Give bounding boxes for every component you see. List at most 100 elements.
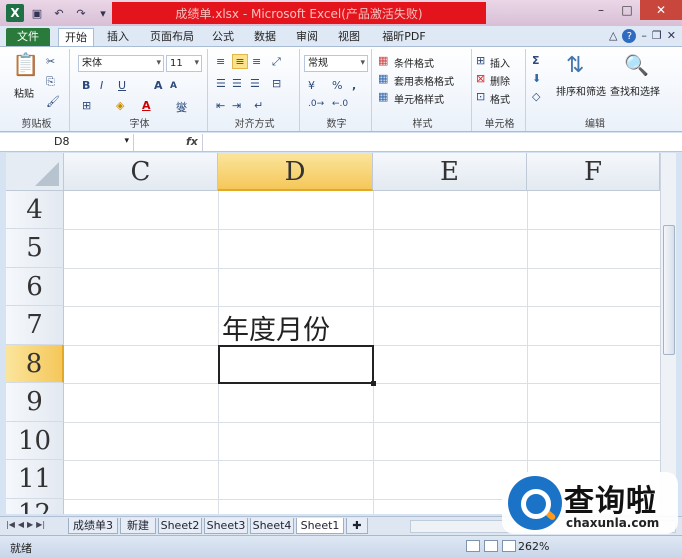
doc-restore-icon[interactable]: ❐ <box>652 29 662 43</box>
cell-d7[interactable]: 年度月份 <box>222 308 330 347</box>
excel-logo-icon[interactable]: X <box>6 4 24 22</box>
sheet-tab[interactable]: Sheet3 <box>204 518 248 534</box>
sheet-tab[interactable]: 成绩单3 <box>68 518 118 534</box>
select-all-corner[interactable] <box>6 153 64 191</box>
align-top-icon[interactable]: ≡ <box>216 55 225 68</box>
copy-icon[interactable]: ⎘ <box>46 75 55 89</box>
percent-button[interactable]: % <box>332 79 342 92</box>
help-icon[interactable]: ? <box>622 29 637 43</box>
increase-decimal-icon[interactable]: .0→ <box>308 99 324 109</box>
formula-input[interactable] <box>202 134 662 151</box>
font-name-select[interactable]: 宋体 <box>78 55 164 72</box>
align-middle-icon[interactable]: ≡ <box>232 54 248 69</box>
sort-filter-button[interactable]: 排序和筛选 <box>556 83 606 98</box>
save-icon[interactable]: ▣ <box>28 5 46 21</box>
decrease-decimal-icon[interactable]: ←.0 <box>332 99 348 109</box>
borders-icon[interactable]: ⊞ <box>82 99 91 112</box>
tab-file[interactable]: 文件 <box>6 28 50 46</box>
conditional-format-button[interactable]: 条件格式 <box>394 55 434 70</box>
font-size-select[interactable]: 11 <box>166 55 202 72</box>
cell-styles-button[interactable]: 单元格样式 <box>394 91 444 106</box>
insert-cells-icon[interactable]: ⊞ <box>476 54 485 67</box>
zoom-level[interactable]: 262% <box>518 540 549 553</box>
format-cells-button[interactable]: 格式 <box>490 91 510 106</box>
tab-view[interactable]: 视图 <box>332 28 366 46</box>
tab-data[interactable]: 数据 <box>248 28 282 46</box>
normal-view-icon[interactable] <box>466 540 480 552</box>
grow-font-button[interactable]: A <box>154 79 163 92</box>
doc-minimize-icon[interactable]: – <box>641 29 647 43</box>
page-layout-view-icon[interactable] <box>484 540 498 552</box>
underline-button[interactable]: U <box>118 79 126 92</box>
fill-color-icon[interactable]: ◈ <box>116 99 124 112</box>
delete-cells-icon[interactable]: ⊠ <box>476 72 485 85</box>
row-header-7[interactable]: 7 <box>6 306 64 345</box>
conditional-format-icon[interactable]: ▦ <box>378 54 388 67</box>
customize-qat-icon[interactable]: ▾ <box>94 5 112 21</box>
insert-function-icon[interactable]: fx <box>186 135 198 148</box>
sheet-tab[interactable]: Sheet2 <box>158 518 202 534</box>
format-table-icon[interactable]: ▦ <box>378 72 388 85</box>
next-sheet-icon[interactable]: ▶ <box>27 520 33 529</box>
orientation-icon[interactable]: ⤢ <box>272 55 281 69</box>
insert-cells-button[interactable]: 插入 <box>490 55 510 70</box>
tab-home[interactable]: 开始 <box>58 28 94 46</box>
clear-icon[interactable]: ◇ <box>532 90 540 103</box>
decrease-indent-icon[interactable]: ⇤ <box>216 99 225 112</box>
align-center-icon[interactable]: ☰ <box>232 77 242 90</box>
minimize-button[interactable]: – <box>588 0 614 20</box>
bold-button[interactable]: B <box>82 79 90 92</box>
row-header-10[interactable]: 10 <box>6 422 64 460</box>
shrink-font-button[interactable]: A <box>170 81 177 91</box>
name-box[interactable]: D8 <box>6 134 134 151</box>
doc-close-icon[interactable]: ✕ <box>667 29 676 43</box>
cell-styles-icon[interactable]: ▦ <box>378 90 388 103</box>
tab-foxit-pdf[interactable]: 福昕PDF <box>376 28 432 46</box>
close-button[interactable]: ✕ <box>640 0 682 20</box>
fill-icon[interactable]: ⬇ <box>532 72 541 85</box>
column-header-c[interactable]: C <box>64 153 218 191</box>
last-sheet-icon[interactable]: ▶| <box>36 520 45 529</box>
merge-center-icon[interactable]: ⊟ <box>272 77 281 90</box>
page-break-view-icon[interactable] <box>502 540 516 552</box>
wrap-text-icon[interactable]: ↵ <box>254 99 263 112</box>
number-format-select[interactable]: 常规 <box>304 55 368 72</box>
tab-review[interactable]: 审阅 <box>290 28 324 46</box>
sort-filter-icon[interactable]: ⇅ <box>566 53 584 78</box>
vertical-scroll-thumb[interactable] <box>663 225 675 355</box>
maximize-button[interactable]: □ <box>614 0 640 20</box>
redo-icon[interactable]: ↷ <box>72 5 90 21</box>
font-color-icon[interactable]: A <box>142 99 151 112</box>
cut-icon[interactable]: ✂ <box>46 55 55 68</box>
autosum-button[interactable]: Σ <box>532 54 540 67</box>
row-header-9[interactable]: 9 <box>6 383 64 422</box>
row-header-11[interactable]: 11 <box>6 460 64 499</box>
row-header-8[interactable]: 8 <box>6 345 64 383</box>
column-header-f[interactable]: F <box>527 153 660 191</box>
find-select-icon[interactable]: 🔍 <box>624 53 649 77</box>
row-header-12[interactable]: 12 <box>6 499 64 514</box>
comma-button[interactable]: , <box>352 79 356 92</box>
increase-indent-icon[interactable]: ⇥ <box>232 99 241 112</box>
column-header-d[interactable]: D <box>218 153 373 191</box>
tab-insert[interactable]: 插入 <box>100 28 136 46</box>
row-header-6[interactable]: 6 <box>6 268 64 306</box>
format-painter-icon[interactable]: 🖌 <box>46 95 60 108</box>
column-header-e[interactable]: E <box>373 153 527 191</box>
align-right-icon[interactable]: ☰ <box>250 77 260 90</box>
sheet-tab[interactable]: Sheet4 <box>250 518 294 534</box>
tab-page-layout[interactable]: 页面布局 <box>144 28 200 46</box>
sheet-tab-active[interactable]: Sheet1 <box>296 518 344 534</box>
vertical-scrollbar[interactable] <box>660 153 676 514</box>
active-cell-d8[interactable] <box>218 345 374 384</box>
align-left-icon[interactable]: ☰ <box>216 77 226 90</box>
row-header-4[interactable]: 4 <box>6 191 64 229</box>
row-header-5[interactable]: 5 <box>6 229 64 268</box>
find-select-button[interactable]: 查找和选择 <box>610 83 660 98</box>
currency-icon[interactable]: ¥ <box>308 79 315 92</box>
format-table-button[interactable]: 套用表格格式 <box>394 73 454 88</box>
align-bottom-icon[interactable]: ≡ <box>252 55 261 68</box>
collapse-ribbon-icon[interactable]: △ <box>609 29 617 43</box>
paste-label[interactable]: 粘贴 <box>14 85 34 100</box>
prev-sheet-icon[interactable]: ◀ <box>18 520 24 529</box>
